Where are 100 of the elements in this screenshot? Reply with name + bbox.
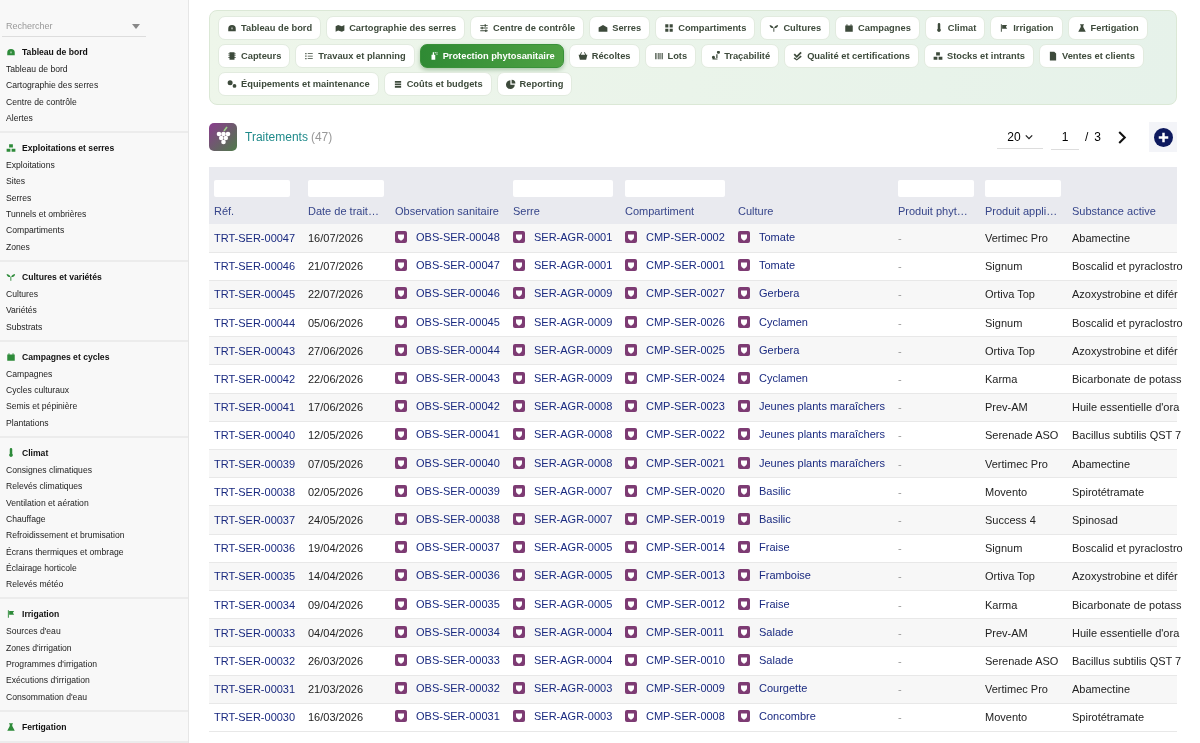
record-link[interactable]: OBS-SER-00043 (416, 372, 500, 385)
sidebar-item[interactable]: Centre de contrôle (0, 93, 188, 110)
record-link[interactable]: SER-AGR-0003 (534, 682, 613, 695)
record-link[interactable]: Gerbera (759, 343, 800, 356)
record-link[interactable]: Jeunes plants maraîchers (759, 428, 885, 441)
sidebar-item[interactable]: Cycles culturaux (0, 382, 188, 399)
record-link[interactable]: SER-AGR-0003 (534, 710, 613, 723)
sidebar-item[interactable]: Relevés météo (0, 576, 188, 593)
sidebar-item[interactable]: Programmes d'irrigation (0, 656, 188, 673)
record-link[interactable]: SER-AGR-0001 (534, 230, 613, 243)
nav-tab[interactable]: Travaux et planning (295, 44, 415, 68)
record-link[interactable]: CMP-SER-0027 (646, 287, 725, 300)
nav-tab[interactable]: Campagnes (835, 16, 920, 40)
record-link[interactable]: Basilic (759, 484, 791, 497)
nav-tab[interactable]: Serres (589, 16, 651, 40)
record-link[interactable]: OBS-SER-00044 (416, 343, 500, 356)
sidebar-item[interactable]: Variétés (0, 302, 188, 319)
sidebar-item[interactable]: Compartiments (0, 222, 188, 239)
sidebar-item[interactable]: Cartographie des serres (0, 77, 188, 94)
record-link[interactable]: SER-AGR-0009 (534, 343, 613, 356)
sidebar-item[interactable]: Exploitations (0, 157, 188, 174)
record-link[interactable]: CMP-SER-0021 (646, 456, 725, 469)
reference-link[interactable]: TRT-SER-00045 (214, 288, 296, 301)
reference-link[interactable]: TRT-SER-00039 (214, 457, 296, 470)
reference-link[interactable]: TRT-SER-00047 (214, 231, 296, 244)
record-link[interactable]: OBS-SER-00033 (416, 653, 500, 666)
sidebar-item[interactable]: Alertes (0, 109, 188, 127)
nav-tab[interactable]: Protection phytosanitaire (419, 44, 564, 68)
record-link[interactable]: CMP-SER-0013 (646, 569, 725, 582)
add-button[interactable] (1149, 122, 1177, 152)
reference-link[interactable]: TRT-SER-00035 (214, 570, 296, 583)
record-link[interactable]: OBS-SER-00032 (416, 682, 500, 695)
record-link[interactable]: Salade (759, 625, 794, 638)
sidebar-item[interactable]: Éclairage horticole (0, 559, 188, 577)
nav-tab[interactable]: Traçabilité (701, 44, 780, 68)
column-header[interactable]: Serre (513, 204, 540, 217)
record-link[interactable]: OBS-SER-00042 (416, 400, 500, 413)
record-link[interactable]: Salade (759, 653, 794, 666)
sidebar-item[interactable]: Substrats (0, 318, 188, 335)
record-link[interactable]: Courgette (759, 682, 808, 695)
sidebar-item[interactable]: Cultures (0, 285, 188, 303)
reference-link[interactable]: TRT-SER-00030 (214, 711, 296, 724)
record-link[interactable]: OBS-SER-00040 (416, 456, 500, 469)
record-link[interactable]: CMP-SER-0001 (646, 259, 725, 272)
record-link[interactable]: OBS-SER-00038 (416, 512, 500, 525)
record-link[interactable]: SER-AGR-0004 (534, 625, 613, 638)
record-link[interactable]: OBS-SER-00034 (416, 625, 500, 638)
record-link[interactable]: Fraise (759, 597, 790, 610)
record-link[interactable]: SER-AGR-0004 (534, 653, 613, 666)
record-link[interactable]: Cyclamen (759, 315, 808, 328)
record-link[interactable]: OBS-SER-00047 (416, 259, 500, 272)
record-link[interactable]: OBS-SER-00035 (416, 597, 500, 610)
nav-tab[interactable]: Récoltes (568, 44, 640, 68)
record-link[interactable]: CMP-SER-0002 (646, 230, 725, 243)
record-link[interactable]: CMP-SER-0026 (646, 315, 725, 328)
record-link[interactable]: SER-AGR-0007 (534, 512, 613, 525)
record-link[interactable]: CMP-SER-0008 (646, 710, 725, 723)
sidebar-item[interactable]: Semis et pépinière (0, 398, 188, 415)
reference-link[interactable]: TRT-SER-00041 (214, 401, 296, 414)
record-link[interactable]: CMP-SER-0022 (646, 428, 725, 441)
nav-tab[interactable]: Fertigation (1067, 16, 1148, 40)
sidebar-item[interactable]: Tableau de bord (0, 61, 188, 78)
sidebar-item[interactable]: Tunnels et ombrières (0, 206, 188, 223)
column-header[interactable]: Réf. (214, 204, 235, 217)
reference-link[interactable]: TRT-SER-00031 (214, 683, 296, 696)
record-link[interactable]: SER-AGR-0005 (534, 569, 613, 582)
reference-link[interactable]: TRT-SER-00044 (214, 316, 296, 329)
record-link[interactable]: SER-AGR-0009 (534, 372, 613, 385)
sidebar-item[interactable]: Exécutions d'irrigation (0, 672, 188, 689)
record-link[interactable]: CMP-SER-0014 (646, 541, 725, 554)
record-link[interactable]: CMP-SER-0019 (646, 512, 725, 525)
sidebar-item[interactable]: Serres (0, 189, 188, 207)
sidebar-item[interactable]: Ventilation et aération (0, 494, 188, 511)
record-link[interactable]: SER-AGR-0008 (534, 400, 613, 413)
nav-tab[interactable]: Cartographie des serres (326, 16, 466, 40)
nav-tab[interactable]: Tableau de bord (218, 16, 322, 40)
nav-tab[interactable]: Centre de contrôle (470, 16, 585, 40)
record-link[interactable]: Jeunes plants maraîchers (759, 400, 885, 413)
sidebar-item[interactable]: Consignes climatiques (0, 462, 188, 479)
nav-tab[interactable]: Qualité et certifications (784, 44, 919, 68)
nav-tab[interactable]: Irrigation (990, 16, 1063, 40)
sidebar-item[interactable]: Refroidissement et brumisation (0, 527, 188, 544)
sidebar-item[interactable]: Campagnes (0, 365, 188, 383)
nav-tab[interactable]: Lots (644, 44, 697, 68)
nav-tab[interactable]: Cultures (760, 16, 831, 40)
reference-link[interactable]: TRT-SER-00046 (214, 260, 296, 273)
reference-link[interactable]: TRT-SER-00037 (214, 513, 296, 526)
sidebar-item[interactable]: Sites (0, 173, 188, 190)
record-link[interactable]: Tomate (759, 259, 796, 272)
sidebar-item[interactable]: Relevés climatiques (0, 478, 188, 495)
sidebar-item[interactable]: Zones d'irrigation (0, 639, 188, 656)
nav-tab[interactable]: Reporting (496, 72, 573, 96)
record-link[interactable]: CMP-SER-0023 (646, 400, 725, 413)
page-size-select[interactable]: 20 (996, 125, 1043, 149)
column-header[interactable]: Culture (738, 204, 774, 217)
record-link[interactable]: Fraise (759, 541, 790, 554)
reference-link[interactable]: TRT-SER-00032 (214, 654, 296, 667)
record-link[interactable]: CMP-SER-0012 (646, 597, 725, 610)
record-link[interactable]: SER-AGR-0001 (534, 259, 613, 272)
record-link[interactable]: SER-AGR-0009 (534, 315, 613, 328)
